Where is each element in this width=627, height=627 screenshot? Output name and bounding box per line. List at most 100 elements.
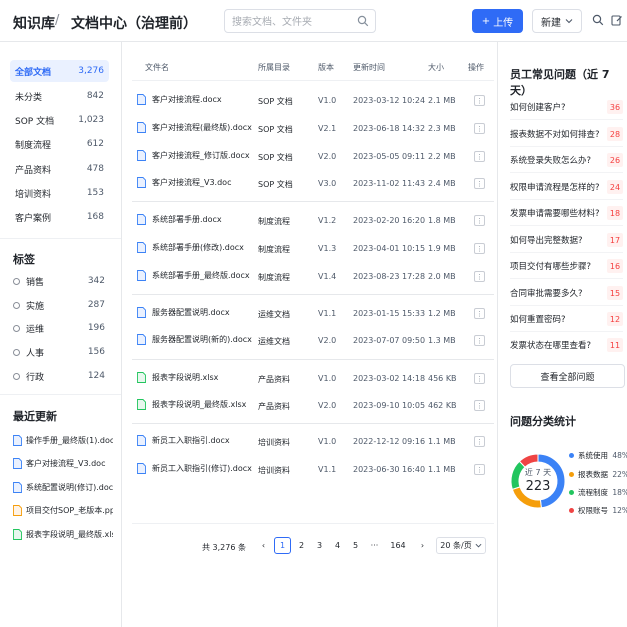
faq-item[interactable]: 如何创建客户? 36 [510, 97, 623, 117]
pagination-ellipsis[interactable]: ··· [366, 537, 383, 554]
tag-item[interactable]: 销售 342 [13, 273, 105, 289]
sidebar-item-product[interactable]: 产品资料 478 [10, 158, 109, 180]
file-name-cell[interactable]: 客户对接流程.docx [137, 94, 222, 105]
search-input[interactable] [232, 11, 357, 34]
sidebar-item-sop[interactable]: SOP 文档 1,023 [10, 109, 109, 131]
more-actions-icon[interactable]: ⋮ [474, 123, 485, 134]
file-name-cell[interactable]: 服务器配置说明(新的).docx [137, 334, 252, 345]
file-name-cell[interactable]: 客户对接流程_V3.doc [137, 177, 231, 188]
table-row[interactable]: 客户对接流程_V3.doc SOP 文档 V3.0 2023-11-02 11:43 2… [122, 170, 498, 197]
table-row[interactable]: 服务器配置说明(新的).docx 运维文档 V2.0 2023-07-07 09:50… [122, 327, 498, 354]
file-name-cell[interactable]: 系统部署手册(修改).docx [137, 242, 244, 253]
recent-item[interactable]: 项目交付SOP_老版本.pptx [13, 503, 113, 517]
donut-chart: 近 7 天 223 [510, 453, 566, 509]
file-name-cell[interactable]: 新员工入职指引.docx [137, 435, 230, 446]
file-dir: SOP 文档 [258, 125, 293, 134]
page-button[interactable]: 2 [293, 537, 310, 554]
recent-item[interactable]: 操作手册_最终版(1).docx [13, 433, 113, 447]
faq-item[interactable]: 发票申请需要哪些材料? 18 [510, 203, 623, 223]
more-actions-icon[interactable]: ⋮ [474, 308, 485, 319]
file-name-cell[interactable]: 客户对接流程(最终版).docx [137, 122, 252, 133]
search-box[interactable] [224, 9, 376, 34]
col-header-dir[interactable]: 所属目录 [258, 62, 290, 73]
more-actions-icon[interactable]: ⋮ [474, 243, 485, 254]
col-header-version[interactable]: 版本 [318, 62, 334, 73]
tags-title: 标签 [13, 253, 35, 266]
table-row[interactable]: 报表字段说明_最终版.xlsx 产品资料 V2.0 2023-09-10 10:05 4… [122, 392, 498, 419]
sidebar-item-training[interactable]: 培训资料 153 [10, 182, 109, 204]
tag-item[interactable]: 行政 124 [13, 368, 105, 384]
app-brand[interactable]: 知识库 [13, 13, 55, 33]
new-button[interactable]: 新建 [532, 9, 582, 33]
table-row[interactable]: 报表字段说明.xlsx 产品资料 V1.0 2023-03-02 14:18 456 K… [122, 365, 498, 392]
sidebar-item-cases[interactable]: 客户案例 168 [10, 206, 109, 228]
faq-item[interactable]: 发票状态在哪里查看? 11 [510, 335, 623, 355]
table-row[interactable]: 系统部署手册(修改).docx 制度流程 V1.3 2023-04-01 10:15 1… [122, 235, 498, 262]
tag-item[interactable]: 运维 196 [13, 320, 105, 336]
recent-item[interactable]: 报表字段说明_最终版.xlsx [13, 527, 113, 541]
table-row[interactable]: 系统部署手册.docx 制度流程 V1.2 2023-02-20 16:20 1.8 M… [122, 207, 498, 234]
table-row[interactable]: 客户对接流程(最终版).docx SOP 文档 V2.1 2023-06-18 14:… [122, 115, 498, 142]
more-actions-icon[interactable]: ⋮ [474, 215, 485, 226]
edit-icon[interactable] [611, 14, 623, 26]
recent-item[interactable]: 客户对接流程_V3.doc [13, 456, 113, 470]
tag-count: 196 [87, 323, 105, 333]
chevron-down-icon [565, 19, 573, 24]
more-actions-icon[interactable]: ⋮ [474, 271, 485, 282]
file-name-cell[interactable]: 服务器配置说明.docx [137, 307, 230, 318]
prev-page-button[interactable]: ‹ [255, 537, 272, 554]
faq-count-badge: 16 [607, 259, 623, 273]
more-actions-icon[interactable]: ⋮ [474, 95, 485, 106]
faq-item[interactable]: 系统登录失败怎么办? 26 [510, 150, 623, 170]
page-button-last[interactable]: 164 [387, 537, 409, 554]
faq-item[interactable]: 报表数据不对如何排查? 28 [510, 124, 623, 144]
table-row[interactable]: 服务器配置说明.docx 运维文档 V1.1 2023-01-15 15:33 1.2 … [122, 300, 498, 327]
table-row[interactable]: 客户对接流程_修订版.docx SOP 文档 V2.0 2023-05-05 09:1… [122, 143, 498, 170]
table-row[interactable]: 新员工入职指引.docx 培训资料 V1.0 2022-12-12 09:16 1.1 … [122, 428, 498, 455]
more-actions-icon[interactable]: ⋮ [474, 464, 485, 475]
faq-item[interactable]: 如何导出完整数据? 17 [510, 230, 623, 250]
file-name-cell[interactable]: 客户对接流程_修订版.docx [137, 150, 250, 161]
search-icon[interactable] [357, 15, 369, 27]
tag-item[interactable]: 人事 156 [13, 344, 105, 360]
table-row[interactable]: 系统部署手册_最终版.docx 制度流程 V1.4 2023-08-23 17:28 2… [122, 263, 498, 290]
sidebar-item-uncategorized[interactable]: 未分类 842 [10, 85, 109, 107]
sidebar-item-policy[interactable]: 制度流程 612 [10, 133, 109, 155]
faq-item[interactable]: 权限申请流程是怎样的? 24 [510, 177, 623, 197]
more-actions-icon[interactable]: ⋮ [474, 335, 485, 346]
more-actions-icon[interactable]: ⋮ [474, 178, 485, 189]
legend-item: 权限账号 12% [569, 504, 627, 516]
table-row[interactable]: 客户对接流程.docx SOP 文档 V1.0 2023-03-12 10:24 2.1… [122, 87, 498, 114]
page-button[interactable]: 3 [311, 537, 328, 554]
col-header-updated[interactable]: 更新时间 [353, 62, 385, 73]
sidebar-item-all[interactable]: 全部文档 3,276 [10, 60, 109, 82]
file-name-cell[interactable]: 报表字段说明_最终版.xlsx [137, 399, 246, 410]
file-size: 1.8 MB [428, 216, 456, 225]
page-button[interactable]: 4 [329, 537, 346, 554]
more-actions-icon[interactable]: ⋮ [474, 400, 485, 411]
legend-dot [569, 471, 574, 477]
faq-item[interactable]: 合同审批需要多久? 15 [510, 283, 623, 303]
next-page-button[interactable]: › [414, 537, 431, 554]
more-actions-icon[interactable]: ⋮ [474, 436, 485, 447]
file-name-cell[interactable]: 新员工入职指引(修订).docx [137, 463, 252, 474]
file-dir: 培训资料 [258, 438, 290, 447]
page-button[interactable]: 1 [274, 537, 291, 554]
more-actions-icon[interactable]: ⋮ [474, 151, 485, 162]
file-name-cell[interactable]: 系统部署手册.docx [137, 214, 222, 225]
page-button[interactable]: 5 [347, 537, 364, 554]
view-all-faq-button[interactable]: 查看全部问题 [510, 364, 625, 388]
faq-item[interactable]: 项目交付有哪些步骤? 16 [510, 256, 623, 276]
file-name-cell[interactable]: 系统部署手册_最终版.docx [137, 270, 250, 281]
table-row[interactable]: 新员工入职指引(修订).docx 培训资料 V1.1 2023-06-30 16:40… [122, 456, 498, 483]
search-icon[interactable] [592, 14, 604, 26]
col-header-name[interactable]: 文件名 [145, 62, 169, 73]
file-name-cell[interactable]: 报表字段说明.xlsx [137, 372, 218, 383]
page-size-select[interactable]: 20 条/页 [436, 537, 486, 554]
upload-button[interactable]: + 上传 [472, 9, 523, 33]
tag-item[interactable]: 实施 287 [13, 297, 105, 313]
col-header-size[interactable]: 大小 [428, 62, 444, 73]
more-actions-icon[interactable]: ⋮ [474, 373, 485, 384]
recent-item[interactable]: 系统配置说明(修订).docx [13, 480, 113, 494]
faq-item[interactable]: 如何重置密码? 12 [510, 309, 623, 329]
